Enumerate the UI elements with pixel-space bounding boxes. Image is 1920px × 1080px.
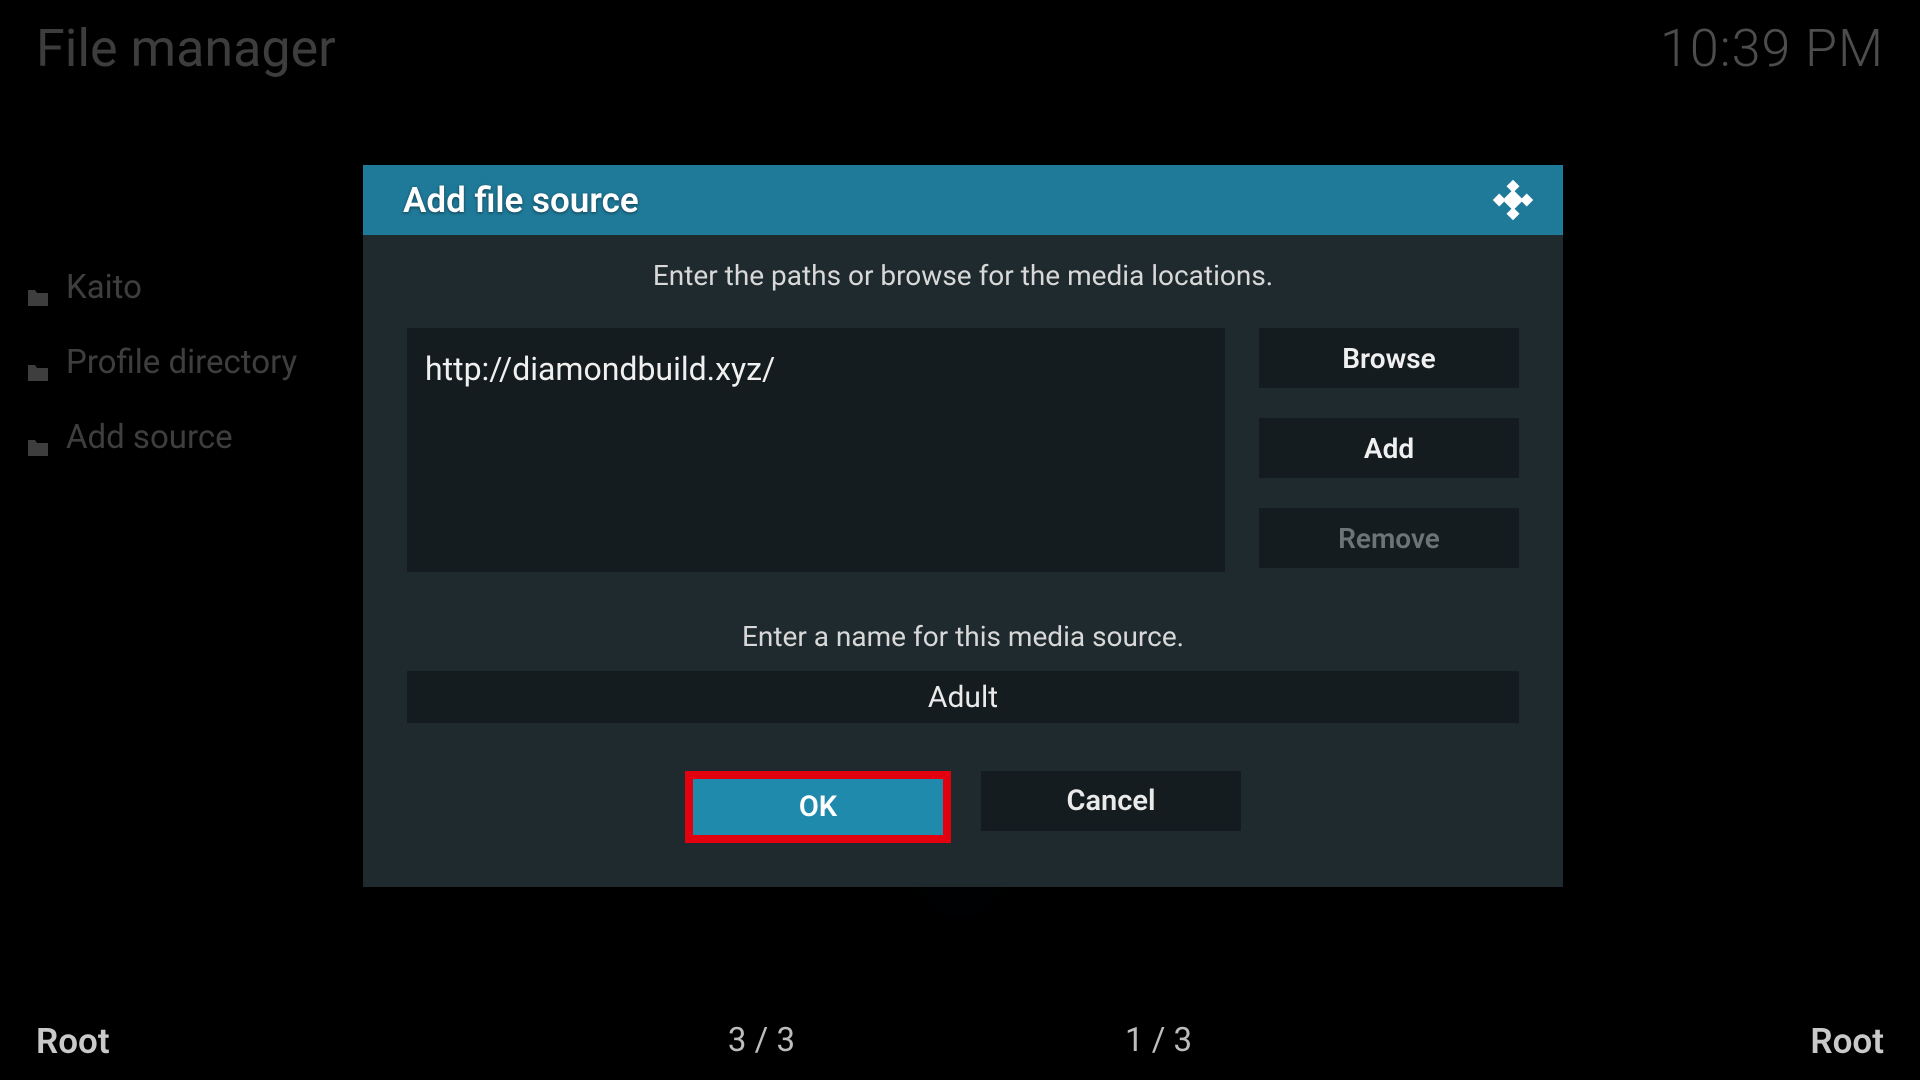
dialog-header: Add file source	[363, 165, 1563, 235]
list-item[interactable]: Add source	[20, 400, 420, 475]
folder-icon	[26, 428, 50, 448]
source-name-input[interactable]	[407, 671, 1519, 723]
clock: 10:39 PM	[1660, 18, 1884, 79]
path-row: Browse Add Remove	[407, 328, 1519, 572]
list-item-label: Profile directory	[66, 343, 297, 382]
footdouble-counter: 3 / 3 1 / 3	[728, 1021, 1192, 1062]
browse-button[interactable]: Browse	[1259, 328, 1519, 388]
footer-right-label: Root	[1810, 1021, 1884, 1062]
name-instruction: Enter a name for this media source.	[407, 620, 1519, 653]
path-input[interactable]	[425, 350, 1207, 388]
path-instruction: Enter the paths or browse for the media …	[407, 259, 1519, 292]
footer-left-label: Root	[36, 1021, 110, 1062]
add-file-source-dialog: Add file source Enter the paths or brows…	[363, 165, 1563, 887]
ok-button[interactable]: OK	[693, 779, 943, 835]
dialog-button-row: OK Cancel	[407, 771, 1519, 843]
footer-left-count: 3 / 3	[728, 1021, 795, 1062]
file-list-left: Kaito Profile directory Add source	[20, 250, 420, 475]
dialog-body: Enter the paths or browse for the media …	[363, 235, 1563, 887]
list-item[interactable]: Profile directory	[20, 325, 420, 400]
page-title: File manager	[36, 18, 336, 79]
add-button[interactable]: Add	[1259, 418, 1519, 478]
folder-icon	[26, 353, 50, 373]
path-input-box[interactable]	[407, 328, 1225, 572]
cancel-button[interactable]: Cancel	[981, 771, 1241, 831]
footer-right-count: 1 / 3	[1125, 1021, 1192, 1062]
kodi-logo-icon	[1491, 178, 1535, 222]
remove-button: Remove	[1259, 508, 1519, 568]
side-buttons: Browse Add Remove	[1259, 328, 1519, 572]
dialog-title: Add file source	[403, 180, 639, 221]
list-item-label: Add source	[66, 418, 233, 457]
list-item-label: Kaito	[66, 268, 142, 307]
footer-bar: Root 3 / 3 1 / 3 Root	[36, 1021, 1884, 1062]
folder-icon	[26, 278, 50, 298]
header-bar: File manager 10:39 PM	[36, 18, 1884, 79]
list-item[interactable]: Kaito	[20, 250, 420, 325]
ok-button-highlight: OK	[685, 771, 951, 843]
